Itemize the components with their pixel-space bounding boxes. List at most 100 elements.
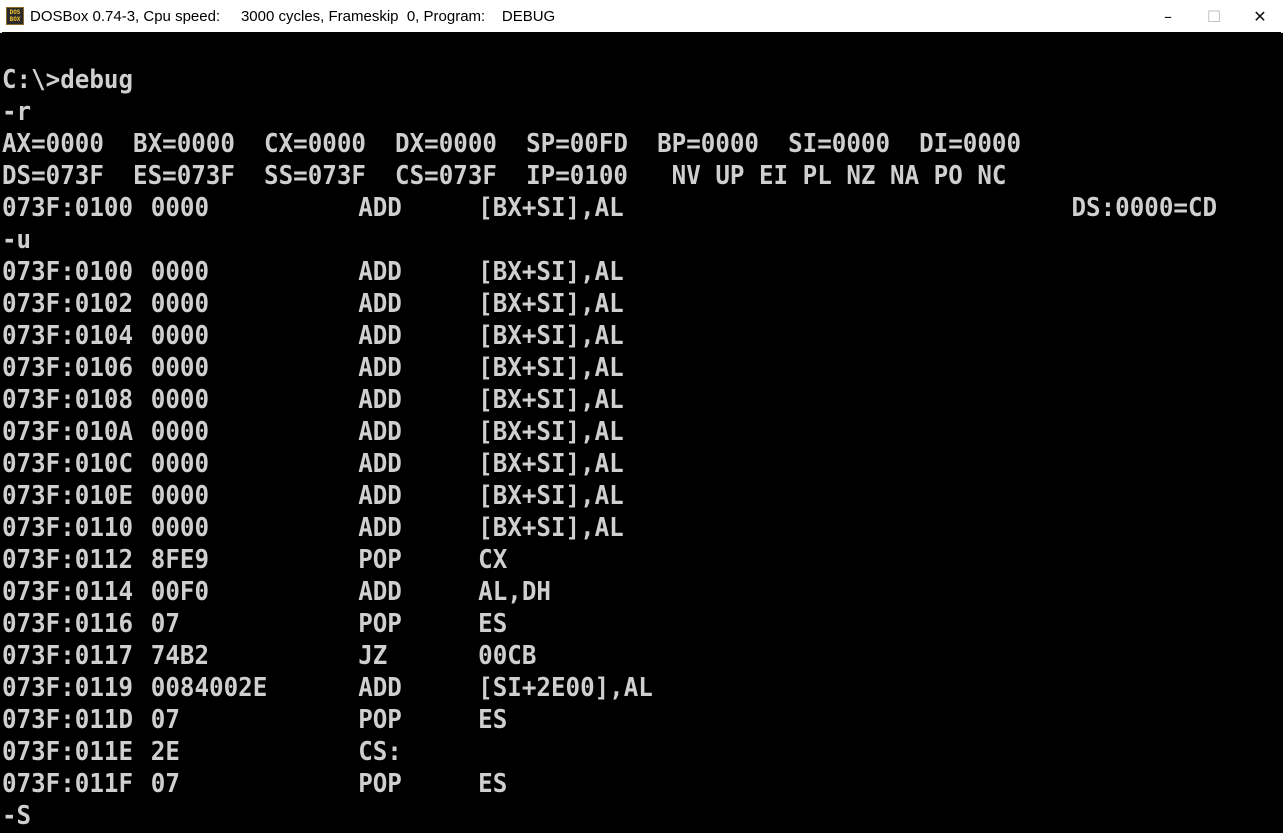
maximize-button[interactable]: ☐ [1191, 0, 1237, 32]
instruction-mnemonic: POP [358, 705, 402, 735]
disasm-row: 073F:0110 0000 ADD [BX+SI],AL [2, 512, 1281, 544]
maximize-icon: ☐ [1206, 6, 1222, 26]
instruction-operands: AL,DH [478, 577, 551, 607]
instruction-address: 073F:011F [2, 769, 134, 799]
instruction-address: 073F:0117 [2, 641, 134, 671]
instruction-operands: [BX+SI],AL [478, 513, 624, 543]
instruction-bytes: 07 [150, 705, 180, 735]
command-r: -r [2, 97, 32, 127]
dos-console[interactable]: C:\>debug -r AX=0000 BX=0000 CX=0000 DX=… [2, 32, 1281, 831]
instruction-operands: ES [478, 609, 508, 639]
instruction-operands: [BX+SI],AL [478, 481, 624, 511]
instruction-operands: ES [478, 769, 508, 799]
disasm-row: 073F:011F 07 POP ES [2, 768, 1281, 800]
instruction-bytes: 0084002E [150, 673, 268, 703]
instruction-bytes: 0000 [150, 449, 210, 479]
instruction-bytes: 0000 [150, 385, 210, 415]
instruction-operands: [BX+SI],AL [478, 417, 624, 447]
disasm-row: 073F:0108 0000 ADD [BX+SI],AL [2, 384, 1281, 416]
disasm-row: 073F:010E 0000 ADD [BX+SI],AL [2, 480, 1281, 512]
disasm-row: 073F:010A 0000 ADD [BX+SI],AL [2, 416, 1281, 448]
instruction-address: 073F:0116 [2, 609, 134, 639]
instruction-mnemonic: ADD [358, 385, 402, 415]
instruction-bytes: 0000 [150, 481, 210, 511]
instruction-bytes: 07 [150, 609, 180, 639]
instruction-operands: [BX+SI],AL [478, 257, 624, 287]
instruction-mnemonic: POP [358, 609, 402, 639]
instruction-operands: CX [478, 545, 508, 575]
instruction-mnemonic: ADD [358, 513, 402, 543]
dosbox-window: DOS BOX DOSBox 0.74-3, Cpu speed: 3000 c… [0, 0, 1283, 833]
disasm-row: 073F:0112 8FE9 POP CX [2, 544, 1281, 576]
icon-text-bottom: BOX [9, 16, 21, 23]
close-button[interactable]: ✕ [1237, 0, 1283, 32]
instruction-address: 073F:0119 [2, 673, 134, 703]
instruction-mnemonic: JZ [358, 641, 388, 671]
instruction-address: 073F:0112 [2, 545, 134, 575]
instruction-operands: 00CB [478, 641, 537, 671]
disasm-row: 073F:011E 2E CS: [2, 736, 1281, 768]
minimize-icon: – [1164, 6, 1172, 26]
current-instruction: 073F:0100 0000 ADD [BX+SI],AL DS:0000=CD [2, 192, 1281, 224]
title-bar[interactable]: DOS BOX DOSBox 0.74-3, Cpu speed: 3000 c… [0, 0, 1283, 33]
disasm-row: 073F:0104 0000 ADD [BX+SI],AL [2, 320, 1281, 352]
instruction-bytes: 0000 [150, 513, 210, 543]
icon-text-top: DOS [9, 9, 21, 16]
disasm-row: 073F:0100 0000 ADD [BX+SI],AL [2, 256, 1281, 288]
instruction-mnemonic: ADD [358, 193, 402, 223]
instruction-address: 073F:011E [2, 737, 134, 767]
instruction-mnemonic: ADD [358, 353, 402, 383]
instruction-bytes: 8FE9 [150, 545, 210, 575]
instruction-bytes: 0000 [150, 257, 210, 287]
disasm-row: 073F:0116 07 POP ES [2, 608, 1281, 640]
instruction-address: 073F:0110 [2, 513, 134, 543]
effective-address: DS:0000=CD [1071, 193, 1218, 223]
instruction-mnemonic: ADD [358, 449, 402, 479]
window-controls: – ☐ ✕ [1145, 0, 1283, 32]
window-title: DOSBox 0.74-3, Cpu speed: 3000 cycles, F… [30, 7, 556, 25]
instruction-address: 073F:0102 [2, 289, 134, 319]
instruction-bytes: 2E [150, 737, 180, 767]
disasm-row: 073F:0114 00F0 ADD AL,DH [2, 576, 1281, 608]
minimize-button[interactable]: – [1145, 0, 1191, 32]
dosbox-icon: DOS BOX [6, 7, 24, 25]
registers-line-1: AX=0000 BX=0000 CX=0000 DX=0000 SP=00FD … [2, 129, 1022, 159]
disasm-row: 073F:011D 07 POP ES [2, 704, 1281, 736]
command-u: -u [2, 225, 32, 255]
disasm-row: 073F:0102 0000 ADD [BX+SI],AL [2, 288, 1281, 320]
instruction-bytes: 0000 [150, 193, 210, 223]
instruction-bytes: 0000 [150, 321, 210, 351]
disasm-row: 073F:0106 0000 ADD [BX+SI],AL [2, 352, 1281, 384]
disasm-row: 073F:0117 74B2 JZ 00CB [2, 640, 1281, 672]
instruction-mnemonic: ADD [358, 577, 402, 607]
instruction-bytes: 07 [150, 769, 180, 799]
instruction-mnemonic: POP [358, 769, 402, 799]
instruction-address: 073F:0114 [2, 577, 134, 607]
instruction-mnemonic: POP [358, 545, 402, 575]
instruction-mnemonic: ADD [358, 321, 402, 351]
instruction-address: 073F:010E [2, 481, 134, 511]
instruction-operands: [BX+SI],AL [478, 321, 624, 351]
instruction-address: 073F:010A [2, 417, 134, 447]
instruction-operands: [BX+SI],AL [478, 353, 624, 383]
instruction-bytes: 0000 [150, 289, 210, 319]
instruction-address: 073F:0100 [2, 193, 134, 223]
instruction-mnemonic: ADD [358, 673, 402, 703]
instruction-operands: [BX+SI],AL [478, 449, 624, 479]
command-s: -S [2, 801, 32, 831]
instruction-bytes: 0000 [150, 417, 210, 447]
instruction-bytes: 74B2 [150, 641, 210, 671]
prompt-line: C:\>debug [2, 65, 134, 95]
instruction-operands: [SI+2E00],AL [478, 673, 653, 703]
instruction-address: 073F:0104 [2, 321, 134, 351]
instruction-operands: ES [478, 705, 508, 735]
instruction-operands: [BX+SI],AL [478, 193, 624, 223]
instruction-mnemonic: ADD [358, 289, 402, 319]
instruction-mnemonic: ADD [358, 417, 402, 447]
registers-line-2: DS=073F ES=073F SS=073F CS=073F IP=0100 … [2, 161, 1007, 191]
instruction-address: 073F:0100 [2, 257, 134, 287]
instruction-operands: [BX+SI],AL [478, 385, 624, 415]
instruction-bytes: 0000 [150, 353, 210, 383]
instruction-address: 073F:010C [2, 449, 134, 479]
disasm-row: 073F:0119 0084002E ADD [SI+2E00],AL [2, 672, 1281, 704]
